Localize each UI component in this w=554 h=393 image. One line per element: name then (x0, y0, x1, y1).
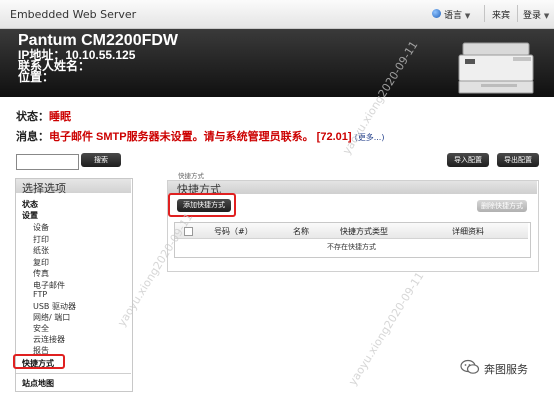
message-line: 消息：电子邮件 SMTP服务器未设置。请与系统管理员联系。 [72.01] (更… (16, 128, 384, 144)
breadcrumb: 快捷方式 (178, 172, 204, 180)
divider (484, 5, 485, 22)
guest-label: 来宾 (492, 11, 511, 21)
chevron-down-icon: ▼ (543, 12, 550, 20)
wechat-icon (460, 359, 480, 374)
highlight-box (168, 193, 236, 217)
highlight-box (13, 354, 65, 369)
sidebar-item-usb[interactable]: USB 驱动器 (33, 301, 76, 312)
sidebar-item-sitemap[interactable]: 站点地图 (22, 378, 54, 389)
chevron-down-icon: ▼ (464, 12, 471, 20)
column-header[interactable]: 号码（#） (214, 226, 253, 237)
sidebar-item-fax[interactable]: 传真 (33, 268, 49, 279)
sidebar-item-network[interactable]: 网络/ 端口 (33, 312, 70, 323)
sidebar-item-status[interactable]: 状态 (22, 199, 38, 210)
device-model: Pantum CM2200FDW (18, 32, 179, 49)
message-text: 电子邮件 SMTP服务器未设置。请与系统管理员联系。 [72.01] (49, 131, 352, 143)
search-input[interactable] (16, 154, 79, 170)
export-config-button[interactable]: 导出配置 (497, 153, 539, 167)
sidebar-item-cloud[interactable]: 云连接器 (33, 334, 65, 345)
sidebar-item-ftp[interactable]: FTP (33, 290, 47, 299)
status-label: 状态： (16, 111, 49, 123)
column-header[interactable]: 详细资料 (452, 226, 484, 237)
empty-message: 不存在快捷方式 (327, 243, 376, 251)
app-title: Embedded Web Server (10, 8, 137, 21)
printer-icon (458, 42, 534, 94)
brand-label: 奔图服务 (484, 363, 528, 376)
sidebar-item-device[interactable]: 设备 (33, 222, 49, 233)
message-label: 消息： (16, 131, 49, 143)
status-value: 睡眠 (49, 111, 71, 123)
sidebar-item-copy[interactable]: 复印 (33, 257, 49, 268)
options-title: 选择选项 (22, 182, 66, 195)
globe-icon (432, 9, 441, 18)
device-info: Pantum CM2200FDW IP地址：10.10.55.125 联系人姓名… (18, 32, 179, 84)
language-menu[interactable]: 语言 ▼ (444, 8, 470, 21)
sidebar-item-settings[interactable]: 设置 (22, 210, 38, 221)
delete-shortcut-button[interactable]: 删除快捷方式 (477, 200, 527, 212)
sidebar-item-security[interactable]: 安全 (33, 323, 49, 334)
search-button[interactable]: 搜索 (81, 153, 121, 167)
sidebar-item-paper[interactable]: 纸张 (33, 245, 49, 256)
column-header[interactable]: 名称 (293, 226, 309, 237)
login-menu[interactable]: 登录 ▼ (523, 8, 549, 21)
status-line: 状态：睡眠 (16, 108, 71, 124)
watermark: yaoyu.xiong2020-09-11 (346, 269, 427, 388)
divider (16, 373, 131, 374)
divider (517, 5, 518, 22)
location: 位置： (18, 70, 55, 84)
import-config-button[interactable]: 导入配置 (447, 153, 489, 167)
sidebar-item-print[interactable]: 打印 (33, 234, 49, 245)
column-header[interactable]: 快捷方式类型 (340, 226, 388, 237)
